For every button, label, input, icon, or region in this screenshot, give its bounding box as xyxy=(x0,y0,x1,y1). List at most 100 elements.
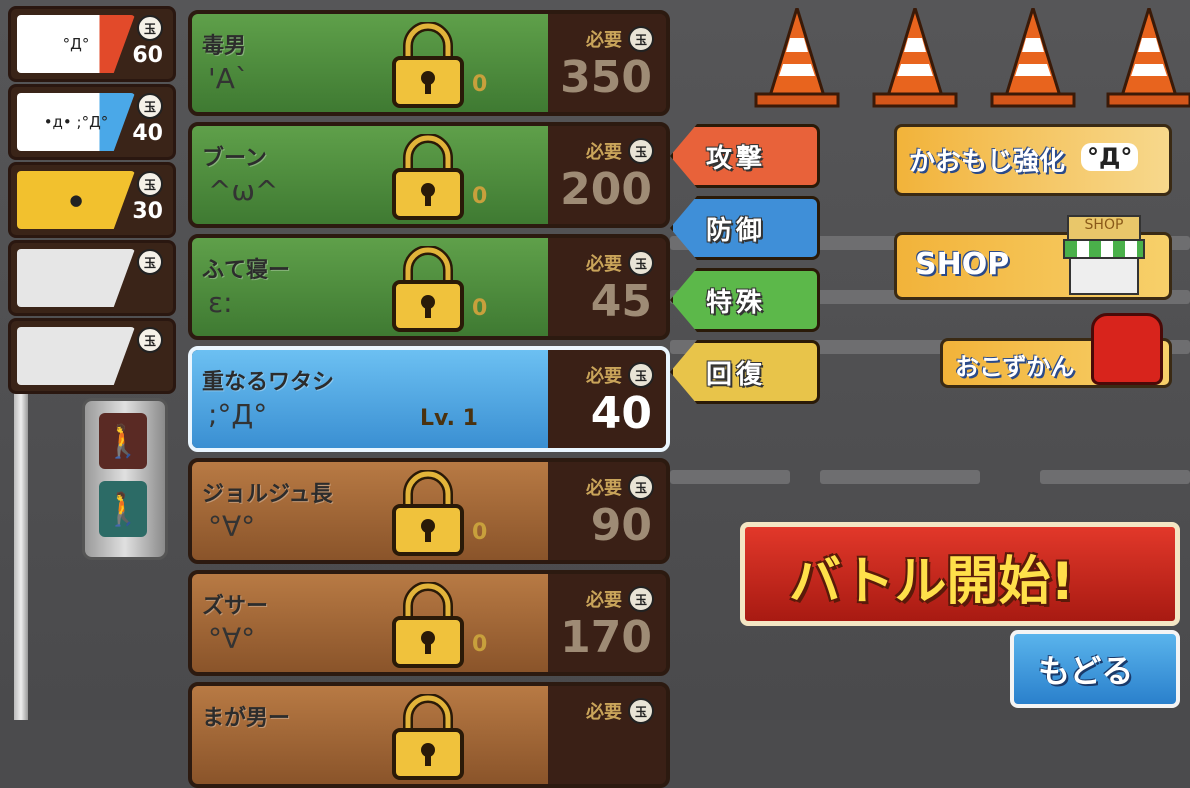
character-cost: 90 xyxy=(590,500,652,551)
road-marking xyxy=(1040,470,1190,484)
character-face: °∀° xyxy=(208,510,256,543)
character-cost: 350 xyxy=(560,52,652,103)
traffic-cone-icon xyxy=(872,8,958,108)
equip-slot[interactable]: •д• ;°Д° 玉 40 xyxy=(8,84,176,160)
slot-face: ● xyxy=(69,191,83,209)
character-row[interactable]: ブーン ^ω^ 必要 玉 200 0 xyxy=(188,122,670,228)
tama-icon: 玉 xyxy=(137,93,163,119)
need-label: 必要 xyxy=(586,366,622,387)
character-name: ズサー xyxy=(202,594,269,619)
tama-icon: 玉 xyxy=(628,138,654,164)
back-label: もどる xyxy=(1038,652,1134,690)
category-tab[interactable]: 回復 xyxy=(670,340,820,404)
category-label: 特殊 xyxy=(706,288,767,318)
back-button[interactable]: もどる xyxy=(1010,630,1180,708)
traffic-cone-icon xyxy=(990,8,1076,108)
shop-button[interactable]: SHOP SHOP xyxy=(894,215,1172,300)
character-row[interactable]: 重なるワタシ ;°Д° 必要 玉 40 Lv. 1 xyxy=(188,346,670,452)
tama-icon: 玉 xyxy=(628,698,654,724)
shop-label: SHOP xyxy=(915,247,1010,282)
character-face: °∀° xyxy=(208,622,256,655)
face-upgrade-face: °Д° xyxy=(1081,143,1139,171)
owned-count: 0 xyxy=(472,296,488,321)
slot-face: °Д° xyxy=(62,35,90,53)
equip-slot[interactable]: °Д° 玉 60 xyxy=(8,6,176,82)
character-row[interactable]: まが男ー 必要 玉 xyxy=(188,682,670,788)
category-label: 防御 xyxy=(706,216,767,246)
character-name: 毒男 xyxy=(202,34,247,59)
character-level: Lv. 1 xyxy=(420,406,478,431)
character-name: 重なるワタシ xyxy=(202,370,335,395)
face-upgrade-label: かおもじ強化 xyxy=(909,147,1066,177)
traffic-cone-icon xyxy=(754,8,840,108)
tama-icon: 玉 xyxy=(137,171,163,197)
category-tab[interactable]: 攻撃 xyxy=(670,124,820,188)
tama-icon: 玉 xyxy=(628,586,654,612)
character-cost: 45 xyxy=(590,276,652,327)
category-tab[interactable]: 特殊 xyxy=(670,268,820,332)
battle-start-button[interactable]: バトル開始! xyxy=(740,522,1180,626)
signal-pole xyxy=(14,380,28,720)
category-label: 攻撃 xyxy=(706,144,767,174)
category-tab[interactable]: 防御 xyxy=(670,196,820,260)
character-row[interactable]: ズサー °∀° 必要 玉 170 0 xyxy=(188,570,670,676)
lock-icon xyxy=(388,21,468,108)
battle-start-label: バトル開始! xyxy=(789,552,1075,612)
lock-icon xyxy=(388,245,468,332)
slot-cost: 40 xyxy=(132,121,163,146)
owned-count: 0 xyxy=(472,184,488,209)
character-face: ;°Д° xyxy=(208,398,268,431)
lock-icon xyxy=(388,469,468,556)
lock-icon xyxy=(388,693,468,780)
need-label: 必要 xyxy=(586,478,622,499)
need-label: 必要 xyxy=(586,254,622,275)
slot-card xyxy=(17,327,135,385)
walk-person-icon: 🚶 xyxy=(99,481,147,537)
character-row[interactable]: 毒男 'A` 必要 玉 350 0 xyxy=(188,10,670,116)
traffic-cone-icon xyxy=(1106,8,1190,108)
tama-icon: 玉 xyxy=(137,327,163,353)
tama-icon: 玉 xyxy=(628,26,654,52)
character-cost: 200 xyxy=(560,164,652,215)
character-name: まが男ー xyxy=(202,706,291,731)
road-marking xyxy=(820,470,980,484)
character-name: ジョルジュ長 xyxy=(202,482,333,507)
lock-icon xyxy=(388,133,468,220)
character-face: ε: xyxy=(208,286,233,319)
equip-slot[interactable]: 玉 xyxy=(8,318,176,394)
tama-icon: 玉 xyxy=(137,249,163,275)
category-label: 回復 xyxy=(706,360,767,390)
need-label: 必要 xyxy=(586,702,622,723)
slot-face: •д• ;°Д° xyxy=(43,113,109,131)
stop-person-icon: 🚶 xyxy=(99,413,147,469)
equip-slot[interactable]: ● 玉 30 xyxy=(8,162,176,238)
need-label: 必要 xyxy=(586,142,622,163)
character-name: ブーン xyxy=(202,146,267,171)
okozukan-label: おこずかん xyxy=(955,353,1075,381)
character-name: ふて寝ー xyxy=(202,258,291,283)
slot-cost: 30 xyxy=(132,199,163,224)
equip-slot[interactable]: 玉 xyxy=(8,240,176,316)
character-row[interactable]: ふて寝ー ε: 必要 玉 45 0 xyxy=(188,234,670,340)
slot-cost: 60 xyxy=(132,43,163,68)
owned-count: 0 xyxy=(472,632,488,657)
need-label: 必要 xyxy=(586,30,622,51)
lock-icon xyxy=(388,581,468,668)
tama-icon: 玉 xyxy=(628,474,654,500)
character-cost: 40 xyxy=(590,388,652,439)
owned-count: 0 xyxy=(472,520,488,545)
character-row[interactable]: ジョルジュ長 °∀° 必要 玉 90 0 xyxy=(188,458,670,564)
character-face: ^ω^ xyxy=(208,174,279,207)
slot-card: •д• ;°Д° xyxy=(17,93,135,151)
tama-icon: 玉 xyxy=(628,250,654,276)
shop-building-icon: SHOP xyxy=(1059,209,1145,295)
slot-card xyxy=(17,249,135,307)
face-upgrade-button[interactable]: かおもじ強化 °Д° xyxy=(894,124,1172,196)
okozukan-button[interactable]: おこずかん xyxy=(940,313,1172,388)
slot-card: ● xyxy=(17,171,135,229)
slot-card: °Д° xyxy=(17,15,135,73)
tama-icon: 玉 xyxy=(137,15,163,41)
character-cost: 170 xyxy=(560,612,652,663)
owned-count: 0 xyxy=(472,72,488,97)
pedestrian-signal: 🚶 🚶 xyxy=(82,398,168,560)
